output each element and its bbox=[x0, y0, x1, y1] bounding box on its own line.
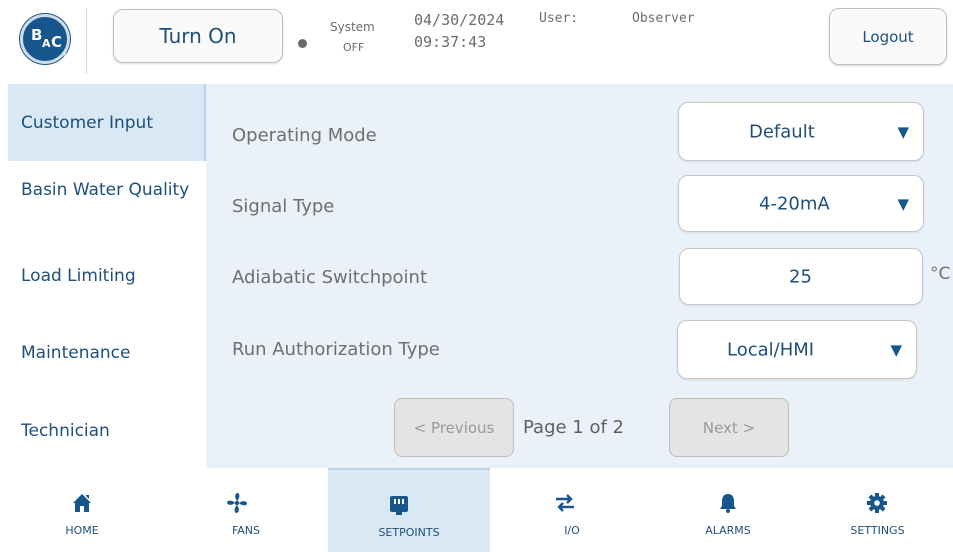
nav-label: I/O bbox=[564, 524, 580, 537]
chevron-down-icon: ▼ bbox=[897, 194, 909, 213]
signal-type-dropdown[interactable]: 4-20mA ▼ bbox=[678, 175, 924, 232]
sidebar-item-label: Customer Input bbox=[21, 113, 153, 133]
nav-setpoints[interactable]: SETPOINTS bbox=[328, 468, 490, 552]
run-authorization-type-dropdown[interactable]: Local/HMI ▼ bbox=[677, 320, 917, 379]
nav-io[interactable]: I/O bbox=[490, 468, 654, 552]
sidebar-item-maintenance[interactable]: Maintenance bbox=[8, 332, 206, 372]
sidebar: Customer Input Basin Water Quality Load … bbox=[0, 84, 206, 468]
logo-letter-b: B bbox=[31, 26, 43, 44]
adiabatic-switchpoint-label: Adiabatic Switchpoint bbox=[232, 267, 428, 288]
next-page-button[interactable]: Next > bbox=[669, 398, 789, 457]
logout-button[interactable]: Logout bbox=[829, 8, 947, 65]
sidebar-item-label: Basin Water Quality bbox=[21, 180, 190, 200]
nav-fans[interactable]: FANS bbox=[164, 468, 328, 552]
io-arrows-icon bbox=[556, 494, 574, 512]
setpoints-panel: Operating Mode Default ▼ Signal Type 4-2… bbox=[206, 84, 953, 468]
sidebar-item-label: Maintenance bbox=[21, 343, 131, 363]
header-divider bbox=[86, 8, 87, 74]
sidebar-item-technician[interactable]: Technician bbox=[8, 409, 206, 449]
adiabatic-switchpoint-value: 25 bbox=[789, 266, 812, 287]
operating-mode-label: Operating Mode bbox=[232, 125, 377, 146]
setpoints-icon bbox=[390, 496, 408, 515]
sidebar-item-customer-input[interactable]: Customer Input bbox=[8, 84, 206, 161]
run-authorization-type-label: Run Authorization Type bbox=[232, 339, 440, 360]
nav-label: SETPOINTS bbox=[378, 526, 440, 539]
nav-settings[interactable]: SETTINGS bbox=[802, 468, 953, 552]
bac-logo: B A C ® bbox=[20, 14, 70, 64]
operating-mode-dropdown[interactable]: Default ▼ bbox=[678, 102, 924, 161]
turn-on-button[interactable]: Turn On bbox=[113, 9, 283, 63]
system-state: OFF bbox=[343, 41, 365, 54]
previous-page-button[interactable]: < Previous bbox=[394, 398, 514, 457]
sidebar-item-label: Technician bbox=[21, 421, 110, 441]
user-label: User: bbox=[539, 11, 579, 26]
signal-type-value: 4-20mA bbox=[759, 193, 830, 214]
nav-label: FANS bbox=[231, 524, 261, 537]
bell-icon bbox=[720, 494, 736, 513]
home-icon bbox=[73, 494, 91, 512]
signal-type-label: Signal Type bbox=[232, 196, 335, 217]
system-status-indicator bbox=[298, 39, 307, 48]
logo-letter-a: A bbox=[42, 37, 51, 50]
nav-label: SETTINGS bbox=[850, 524, 905, 537]
temperature-unit: °C bbox=[930, 264, 951, 284]
operating-mode-value: Default bbox=[749, 121, 815, 142]
page-indicator: Page 1 of 2 bbox=[523, 417, 624, 438]
system-label: System bbox=[330, 20, 375, 34]
chevron-down-icon: ▼ bbox=[897, 122, 909, 141]
logo-registered-mark: ® bbox=[62, 52, 68, 59]
current-date: 04/30/2024 bbox=[414, 11, 505, 29]
nav-alarms[interactable]: ALARMS bbox=[654, 468, 802, 552]
gear-icon bbox=[867, 493, 887, 513]
run-authorization-type-value: Local/HMI bbox=[727, 339, 815, 360]
nav-home[interactable]: HOME bbox=[0, 468, 164, 552]
nav-label: HOME bbox=[65, 524, 99, 537]
user-name: Observer bbox=[632, 11, 695, 26]
adiabatic-switchpoint-input[interactable]: 25 bbox=[679, 248, 923, 305]
header-bar: B A C ® Turn On System OFF 04/30/2024 09… bbox=[0, 0, 953, 84]
chevron-down-icon: ▼ bbox=[890, 340, 902, 359]
sidebar-item-basin-water-quality[interactable]: Basin Water Quality bbox=[8, 168, 206, 228]
current-time: 09:37:43 bbox=[414, 33, 487, 51]
sidebar-item-label: Load Limiting bbox=[21, 266, 136, 286]
bottom-navigation: HOME FANS SETPOINTS I/O ALARMS SETTINGS bbox=[0, 468, 953, 552]
nav-label: ALARMS bbox=[705, 524, 751, 537]
sidebar-item-load-limiting[interactable]: Load Limiting bbox=[8, 249, 206, 289]
logo-letter-c: C bbox=[51, 33, 63, 51]
fan-icon bbox=[227, 493, 247, 513]
